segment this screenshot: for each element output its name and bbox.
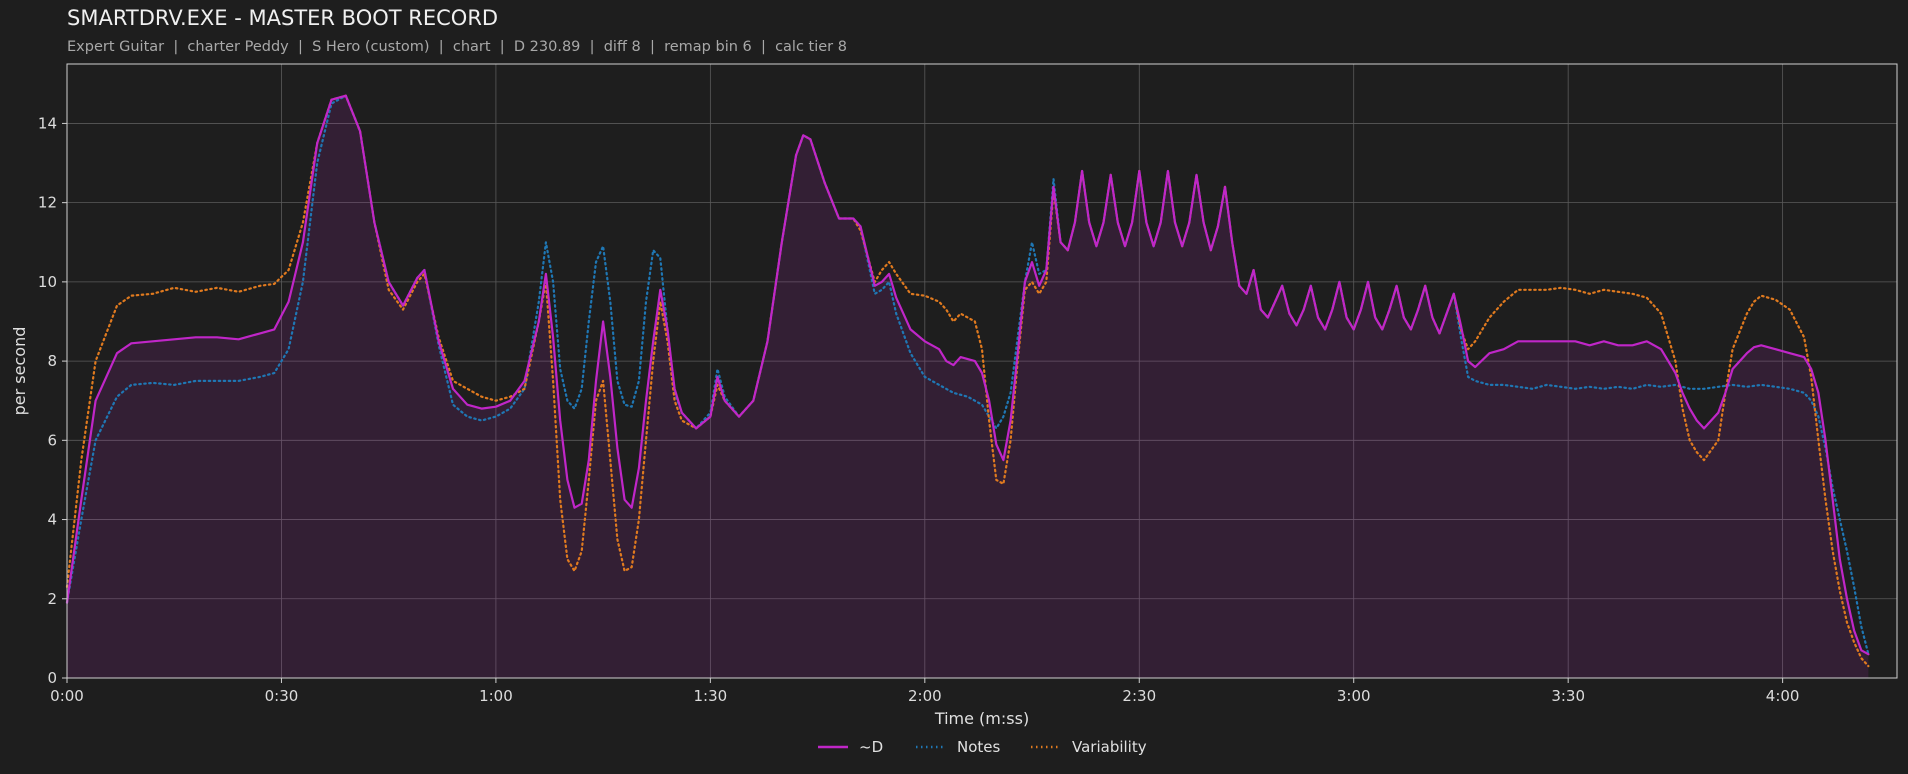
y-tick-label: 10 bbox=[38, 273, 57, 291]
legend-label: Variability bbox=[1072, 738, 1147, 756]
y-tick-label: 2 bbox=[47, 590, 57, 608]
x-axis: 0:00 0:30 1:00 1:30 2:00 2:30 3:00 3:30 4:00 bbox=[50, 678, 1799, 705]
y-axis-label: per second bbox=[10, 327, 29, 416]
legend: ~D Notes Variability bbox=[818, 738, 1147, 756]
series-fill-d bbox=[67, 95, 1869, 678]
x-tick-label: 1:00 bbox=[479, 687, 513, 705]
x-axis-label: Time (m:ss) bbox=[934, 709, 1029, 728]
legend-label: Notes bbox=[957, 738, 1001, 756]
x-tick-label: 3:30 bbox=[1551, 687, 1585, 705]
x-tick-label: 4:00 bbox=[1766, 687, 1800, 705]
x-tick-label: 1:30 bbox=[694, 687, 728, 705]
x-tick-label: 0:00 bbox=[50, 687, 84, 705]
legend-label: ~D bbox=[859, 738, 883, 756]
x-tick-label: 0:30 bbox=[265, 687, 299, 705]
chart: 0:00 0:30 1:00 1:30 2:00 2:30 3:00 3:30 4:00 0 2 4… bbox=[10, 63, 1898, 756]
series-layer bbox=[65, 94, 1870, 678]
y-tick-label: 0 bbox=[47, 669, 57, 687]
y-tick-label: 6 bbox=[47, 431, 57, 449]
y-tick-label: 14 bbox=[38, 114, 57, 132]
x-tick-label: 2:30 bbox=[1122, 687, 1156, 705]
y-tick-label: 4 bbox=[47, 511, 57, 529]
x-tick-label: 3:00 bbox=[1337, 687, 1371, 705]
y-axis: 0 2 4 6 8 10 12 14 bbox=[38, 114, 67, 687]
x-tick-label: 2:00 bbox=[908, 687, 942, 705]
y-tick-label: 12 bbox=[38, 194, 57, 212]
y-tick-label: 8 bbox=[47, 352, 57, 370]
